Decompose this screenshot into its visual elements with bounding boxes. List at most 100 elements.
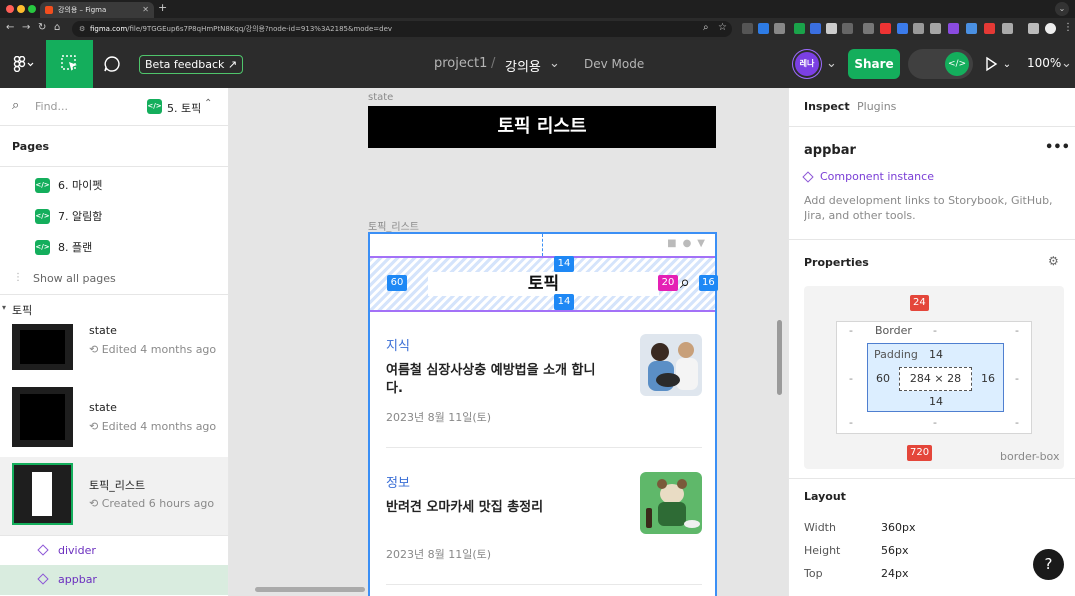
- frame-thumbnail: [12, 387, 73, 447]
- vertical-scrollbar[interactable]: [777, 320, 782, 395]
- frame-item[interactable]: state ⟲ Edited 4 months ago: [0, 385, 228, 447]
- current-page-selector[interactable]: 5. 토픽: [167, 100, 201, 116]
- reload-icon[interactable]: ↻: [38, 22, 46, 33]
- frame-label[interactable]: state: [368, 92, 393, 103]
- side-panel-icon[interactable]: [1028, 23, 1039, 34]
- minimize-window-dot[interactable]: [17, 5, 25, 13]
- help-button[interactable]: ?: [1033, 549, 1064, 580]
- dev-page-icon: </>: [35, 177, 50, 193]
- address-bar[interactable]: ⚙ figma.com/file/9TGGEup6s7P8qHmPtN8Kqq/…: [72, 21, 732, 37]
- box-sizing-label: border-box: [1000, 450, 1060, 463]
- page-item[interactable]: </> 6. 마이펫: [35, 177, 102, 193]
- comment-tool-button[interactable]: [99, 40, 125, 88]
- show-all-pages-link[interactable]: Show all pages: [33, 272, 116, 285]
- extension-icon[interactable]: [758, 23, 769, 34]
- search-icon[interactable]: ⌕: [680, 272, 690, 294]
- share-button[interactable]: Share: [848, 49, 900, 79]
- browser-menu-icon[interactable]: ⋮: [1063, 22, 1073, 33]
- browser-tab[interactable]: 강의용 – Figma ✕: [40, 2, 154, 18]
- main-menu-button[interactable]: [0, 40, 46, 88]
- project-name[interactable]: project1: [434, 56, 487, 71]
- appbar-title: 토픽: [428, 272, 659, 296]
- profile-icon[interactable]: [1045, 23, 1056, 34]
- topic-list-frame[interactable]: ■ ● ▼ 토픽 ⌕ 60 14 14 20 16 지식 여름철 심장사상충 예…: [368, 232, 718, 596]
- prop-top-value[interactable]: 24px: [881, 567, 909, 580]
- chevron-down-icon[interactable]: ⌄: [549, 56, 560, 71]
- zoom-icon[interactable]: ⌕: [703, 22, 709, 33]
- more-options-icon[interactable]: •••: [1045, 140, 1070, 155]
- prop-height-value[interactable]: 56px: [881, 544, 909, 557]
- frame-title: state: [89, 401, 117, 414]
- search-icon[interactable]: ⌕: [12, 98, 19, 113]
- search-input[interactable]: Find...: [35, 100, 68, 113]
- site-info-icon[interactable]: ⚙: [79, 21, 85, 37]
- extension-icon[interactable]: [842, 23, 853, 34]
- tab-search-icon[interactable]: ⌄: [1055, 2, 1069, 16]
- component-instance-link[interactable]: Component instance: [802, 170, 934, 183]
- extension-icon[interactable]: [984, 23, 995, 34]
- feed-title: 반려견 오마카세 맛집 총정리: [386, 500, 544, 515]
- extension-icon[interactable]: [774, 23, 785, 34]
- tab-plugins[interactable]: Plugins: [857, 100, 896, 113]
- canvas[interactable]: state 토픽 리스트 토픽_리스트 ■ ● ▼ 토픽 ⌕ 60 14 14 …: [229, 88, 788, 596]
- frame-item[interactable]: state ⟲ Edited 4 months ago: [0, 320, 228, 378]
- url-host: figma.com: [90, 25, 128, 33]
- back-icon[interactable]: ←: [6, 22, 14, 33]
- maximize-window-dot[interactable]: [28, 5, 36, 13]
- frame-thumbnail: [12, 463, 73, 525]
- layer-item-divider[interactable]: divider: [0, 535, 228, 565]
- dev-mode-toggle[interactable]: </>: [908, 49, 973, 79]
- feed-date: 2023년 8월 11일(토): [386, 548, 492, 561]
- border-top-left-value: -: [849, 324, 853, 337]
- frame-created: ⟲ Created 6 hours ago: [89, 497, 215, 510]
- chevron-down-icon[interactable]: ⌄: [1061, 56, 1072, 71]
- settings-sliders-icon[interactable]: ⚙: [1048, 254, 1059, 268]
- avatar[interactable]: 레나: [795, 52, 819, 76]
- chevron-up-icon[interactable]: ⌃: [204, 98, 212, 109]
- prop-width-value[interactable]: 360px: [881, 521, 916, 534]
- extension-icon[interactable]: [742, 23, 753, 34]
- extension-icon[interactable]: [880, 23, 891, 34]
- appbar[interactable]: 토픽 ⌕ 60 14 14 20 16: [370, 256, 718, 312]
- bookmark-star-icon[interactable]: ☆: [718, 22, 727, 33]
- horizontal-scrollbar[interactable]: [255, 587, 365, 592]
- extension-icon[interactable]: [913, 23, 924, 34]
- file-name[interactable]: 강의용: [505, 56, 541, 75]
- page-label: 6. 마이펫: [58, 179, 103, 192]
- frame-item-selected[interactable]: 토픽_리스트 ⟲ Created 6 hours ago: [0, 457, 228, 535]
- home-icon[interactable]: ⌂: [54, 22, 60, 33]
- extension-icon[interactable]: [966, 23, 977, 34]
- section-title[interactable]: 토픽: [12, 302, 32, 318]
- frame-title: 토픽_리스트: [89, 479, 146, 492]
- page-item[interactable]: </> 7. 알림함: [35, 208, 102, 224]
- extension-icon[interactable]: [930, 23, 941, 34]
- chevron-down-icon[interactable]: ⌄: [826, 56, 837, 71]
- chevron-down-icon[interactable]: ⌄: [862, 255, 870, 266]
- extensions-puzzle-icon[interactable]: [1002, 23, 1013, 34]
- extension-icon[interactable]: [897, 23, 908, 34]
- forward-icon[interactable]: →: [22, 22, 30, 33]
- dev-page-icon: </>: [35, 239, 50, 255]
- new-tab-icon[interactable]: +: [158, 1, 167, 14]
- caret-down-icon[interactable]: ▾: [2, 303, 6, 312]
- page-item[interactable]: </> 8. 플랜: [35, 239, 92, 255]
- select-tool-button[interactable]: [46, 40, 93, 88]
- beta-feedback-button[interactable]: Beta feedback ↗: [139, 55, 244, 74]
- layer-item-appbar[interactable]: appbar: [0, 565, 228, 595]
- extension-icon[interactable]: [826, 23, 837, 34]
- state-frame[interactable]: 토픽 리스트: [368, 106, 716, 148]
- layer-label: appbar: [58, 573, 97, 586]
- frame-edited: ⟲ Edited 4 months ago: [89, 343, 217, 356]
- tab-inspect[interactable]: Inspect: [804, 100, 850, 113]
- zoom-level[interactable]: 100%: [1027, 56, 1061, 70]
- frame-label[interactable]: 토픽_리스트: [368, 218, 419, 233]
- extension-icon[interactable]: [948, 23, 959, 34]
- extension-icon[interactable]: [863, 23, 874, 34]
- extension-icon[interactable]: [810, 23, 821, 34]
- figma-toolbar: Beta feedback ↗ project1 / 강의용 ⌄ Dev Mod…: [0, 40, 1075, 88]
- present-button[interactable]: ⌄: [982, 40, 1012, 88]
- extension-icon[interactable]: [794, 23, 805, 34]
- tab-title: 강의용 – Figma: [58, 6, 107, 14]
- close-tab-icon[interactable]: ✕: [142, 2, 149, 18]
- close-window-dot[interactable]: [6, 5, 14, 13]
